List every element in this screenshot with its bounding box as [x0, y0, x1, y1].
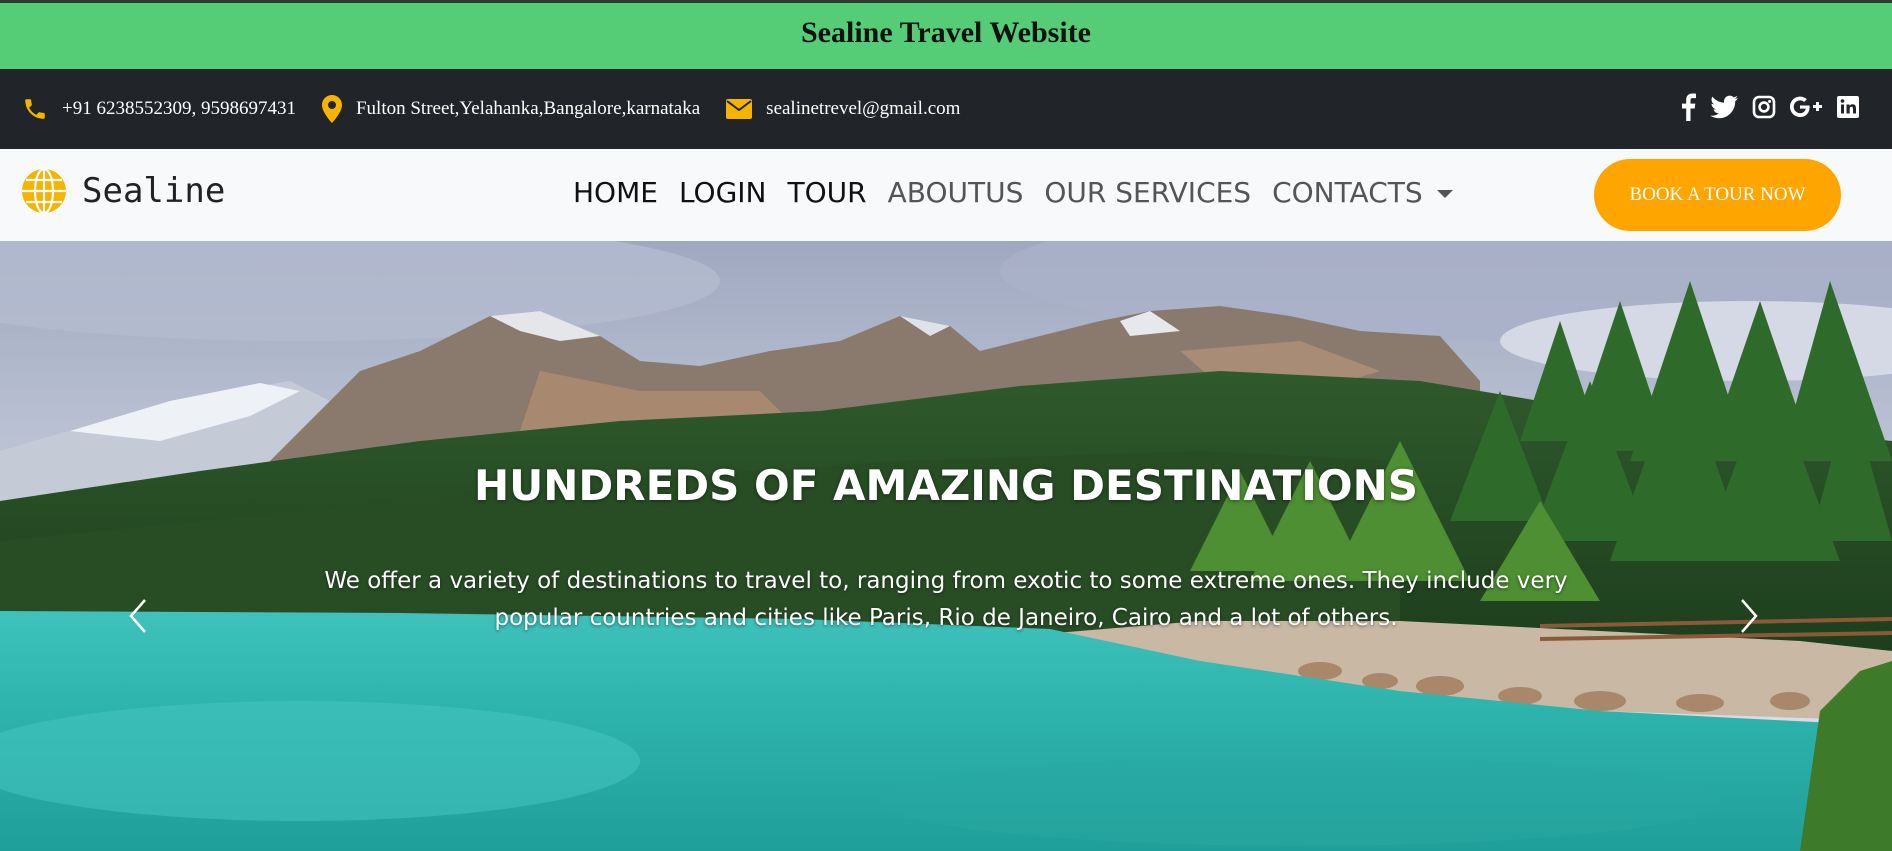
twitter-icon[interactable]	[1710, 95, 1738, 124]
nav-aboutus[interactable]: ABOUTUS	[888, 176, 1024, 209]
envelope-icon	[726, 99, 753, 119]
nav-menu: HOME LOGIN TOUR ABOUTUS OUR SERVICES CON…	[573, 176, 1474, 209]
site-title: Sealine Travel Website	[801, 16, 1091, 49]
main-navbar: Sealine HOME LOGIN TOUR ABOUTUS OUR SERV…	[0, 149, 1892, 241]
social-links	[1680, 93, 1870, 126]
address-text: Fulton Street,Yelahanka,Bangalore,karnat…	[355, 98, 701, 119]
email-info: sealinetrevel@gmail.com	[726, 98, 960, 120]
chevron-down-icon	[1436, 190, 1453, 198]
phone-icon	[25, 99, 45, 119]
hero-landscape-image	[0, 241, 1892, 851]
nav-tour[interactable]: TOUR	[788, 176, 867, 209]
instagram-icon[interactable]	[1752, 95, 1776, 124]
facebook-icon[interactable]	[1680, 93, 1696, 126]
phone-numbers[interactable]: +91 6238552309, 9598697431	[62, 98, 296, 120]
nav-contacts-label: CONTACTS	[1272, 176, 1423, 209]
brand-logo[interactable]: Sealine	[20, 167, 225, 215]
map-marker-icon	[321, 95, 342, 123]
email-link[interactable]: sealinetrevel@gmail.com	[766, 98, 960, 120]
nav-our-services[interactable]: OUR SERVICES	[1044, 176, 1251, 209]
address-info: Fulton Street,Yelahanka,Bangalore,karnat…	[321, 95, 701, 123]
google-plus-icon[interactable]	[1790, 96, 1822, 123]
contact-bar: +91 6238552309, 9598697431 Fulton Street…	[0, 69, 1892, 149]
linkedin-icon[interactable]	[1836, 95, 1860, 124]
hero-carousel: HUNDREDS OF AMAZING DESTINATIONS We offe…	[0, 241, 1892, 851]
hero-description: We offer a variety of destinations to tr…	[324, 568, 1568, 631]
nav-home[interactable]: HOME	[573, 176, 658, 209]
phone-info: +91 6238552309, 9598697431	[22, 96, 296, 122]
hero-heading: HUNDREDS OF AMAZING DESTINATIONS	[473, 461, 1419, 510]
site-title-banner: Sealine Travel Website	[0, 0, 1892, 69]
carousel-next-arrow-icon[interactable]	[1738, 596, 1762, 641]
book-tour-button[interactable]: BOOK A TOUR NOW	[1594, 159, 1841, 231]
carousel-prev-arrow-icon[interactable]	[125, 596, 149, 641]
brand-name: Sealine	[82, 171, 226, 211]
nav-login[interactable]: LOGIN	[679, 176, 767, 209]
nav-contacts-dropdown[interactable]: CONTACTS	[1272, 176, 1453, 209]
globe-icon	[22, 167, 66, 215]
